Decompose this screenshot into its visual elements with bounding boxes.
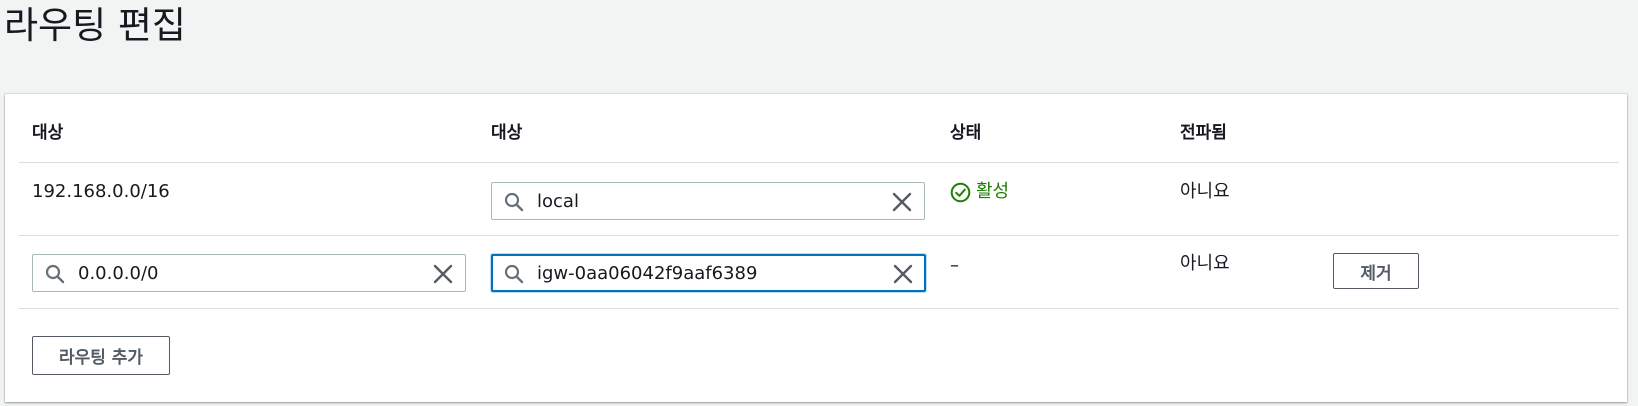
- destination-cell: 192.168.0.0/16: [32, 181, 170, 202]
- status-badge: 활성: [950, 181, 1009, 203]
- routes-panel: 대상 대상 상태 전파됨 192.168.0.0/16 local 활성 아니요…: [5, 94, 1627, 402]
- clear-icon[interactable]: [892, 192, 912, 212]
- destination-input-value: 0.0.0.0/0: [78, 263, 159, 284]
- page-title: 라우팅 편집: [4, 4, 186, 47]
- column-header-destination: 대상: [32, 123, 64, 143]
- table-header: 대상 대상 상태 전파됨: [19, 94, 1619, 163]
- target-input[interactable]: local: [491, 182, 925, 220]
- propagated-cell: 아니요: [1180, 181, 1230, 202]
- search-icon: [45, 264, 65, 284]
- add-route-button[interactable]: 라우팅 추가: [32, 336, 170, 375]
- remove-button[interactable]: 제거: [1333, 253, 1419, 289]
- destination-input[interactable]: 0.0.0.0/0: [32, 254, 466, 292]
- table-row: 192.168.0.0/16 local 활성 아니요: [19, 163, 1619, 236]
- check-circle-icon: [950, 182, 971, 202]
- search-icon: [504, 264, 524, 284]
- clear-icon[interactable]: [433, 264, 453, 284]
- search-icon: [504, 192, 524, 212]
- column-header-propagated: 전파됨: [1180, 123, 1227, 143]
- column-header-target: 대상: [491, 123, 523, 143]
- column-header-status: 상태: [950, 123, 982, 143]
- target-input-value: local: [537, 191, 579, 212]
- target-input[interactable]: igw-0aa06042f9aaf6389: [491, 254, 926, 292]
- clear-icon[interactable]: [893, 264, 913, 284]
- target-input-value: igw-0aa06042f9aaf6389: [537, 263, 758, 284]
- status-text: 활성: [976, 181, 1010, 202]
- table-row: 0.0.0.0/0 igw-0aa06042f9aaf6389 – 아니요 제거: [19, 236, 1619, 309]
- propagated-cell: 아니요: [1180, 253, 1230, 274]
- status-text: –: [950, 255, 959, 276]
